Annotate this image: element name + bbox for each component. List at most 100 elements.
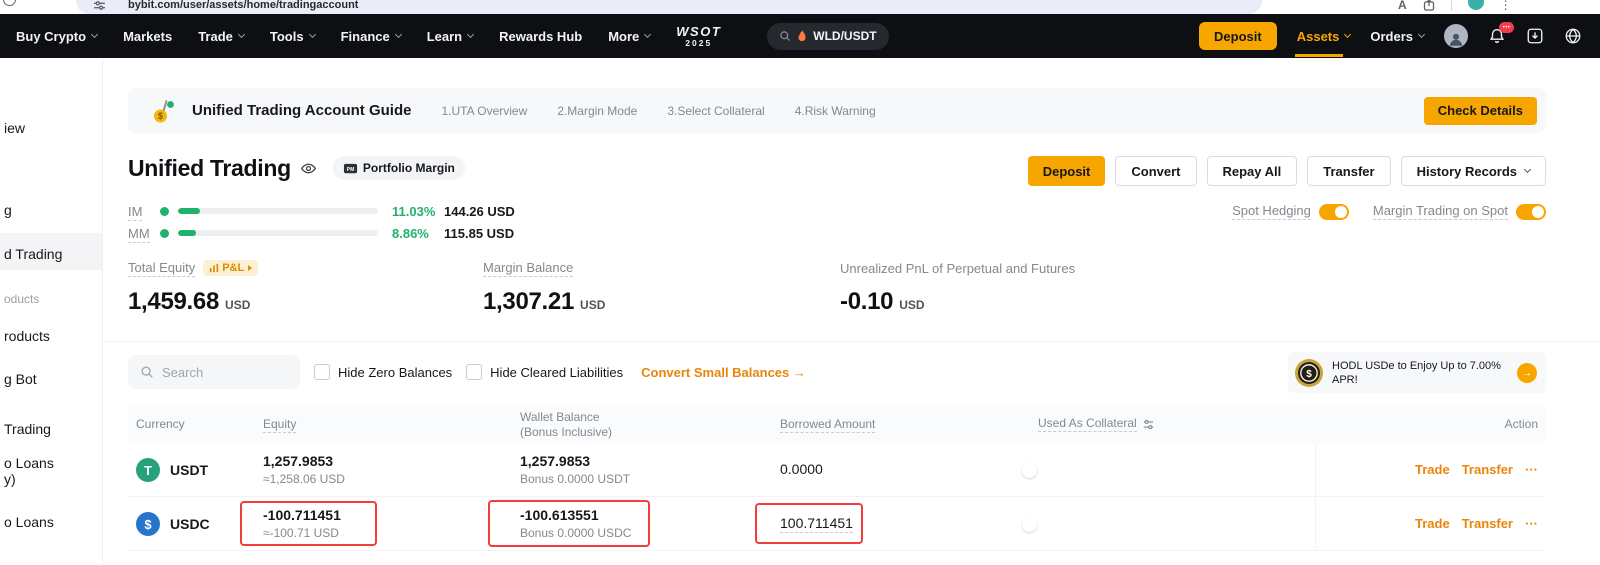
hide-zero-checkbox[interactable] bbox=[314, 364, 330, 380]
nav-search[interactable]: WLD/USDT bbox=[767, 23, 888, 50]
promo-text: HODL USDe to Enjoy Up to 7.00% APR! bbox=[1332, 359, 1509, 387]
browser-share-icon[interactable] bbox=[1423, 0, 1435, 11]
guide-step-4[interactable]: 4.Risk Warning bbox=[795, 104, 876, 118]
sidebar-item-trading-bot[interactable]: g Bot bbox=[4, 371, 37, 387]
chevron-down-icon bbox=[91, 31, 98, 38]
more-actions-icon[interactable]: ··· bbox=[1525, 516, 1538, 531]
browser-profile-avatar[interactable] bbox=[1468, 0, 1484, 10]
asset-search-input[interactable] bbox=[162, 365, 272, 380]
col-action: Action bbox=[1505, 405, 1538, 443]
page-header: Unified Trading PM Portfolio Margin bbox=[128, 152, 465, 184]
guide-illustration-icon: $ bbox=[150, 97, 178, 125]
more-actions-icon[interactable]: ··· bbox=[1525, 462, 1538, 477]
sidebar-item-earn-products[interactable]: roducts bbox=[4, 328, 50, 344]
site-info-icon[interactable] bbox=[93, 0, 106, 12]
deposit-button[interactable]: Deposit bbox=[1028, 156, 1106, 186]
sidebar-item-funding[interactable]: g bbox=[4, 202, 12, 218]
transfer-button[interactable]: Transfer bbox=[1307, 156, 1390, 186]
nav-item-buy-crypto[interactable]: Buy Crypto bbox=[16, 29, 97, 44]
col-equity[interactable]: Equity bbox=[263, 405, 296, 443]
guide-step-2[interactable]: 2.Margin Mode bbox=[557, 104, 637, 118]
usde-coin-icon: $ bbox=[1294, 358, 1324, 388]
browser-address-bar[interactable]: bybit.com/user/assets/home/tradingaccoun… bbox=[76, 0, 1262, 14]
equity-value: -100.711451 bbox=[263, 507, 341, 523]
mm-amount: 115.85 USD bbox=[444, 226, 514, 241]
hide-cleared-label: Hide Cleared Liabilities bbox=[490, 365, 623, 380]
currency-symbol: USDC bbox=[170, 516, 210, 532]
trade-link[interactable]: Trade bbox=[1415, 516, 1450, 531]
hide-cleared-liabilities-option[interactable]: Hide Cleared Liabilities bbox=[466, 364, 623, 380]
guide-step-3[interactable]: 3.Select Collateral bbox=[667, 104, 764, 118]
hide-zero-balances-option[interactable]: Hide Zero Balances bbox=[314, 364, 452, 380]
convert-small-balances-link[interactable]: Convert Small Balances → bbox=[641, 365, 806, 380]
portfolio-margin-badge[interactable]: PM Portfolio Margin bbox=[333, 156, 465, 180]
usde-promo-banner[interactable]: $ HODL USDe to Enjoy Up to 7.00% APR! → bbox=[1288, 352, 1546, 393]
table-row-usdc: $ USDC -100.711451 ≈-100.71 USD -100.613… bbox=[128, 497, 1546, 551]
mm-label[interactable]: MM bbox=[128, 226, 150, 243]
unrealized-pnl-unit: USD bbox=[899, 298, 924, 312]
nav-deposit-button[interactable]: Deposit bbox=[1199, 22, 1277, 50]
screen: bybit.com/user/assets/home/tradingaccoun… bbox=[0, 0, 1600, 565]
usdt-icon: T bbox=[136, 458, 160, 482]
asset-search-box[interactable] bbox=[128, 355, 300, 389]
table-header: Currency Equity Wallet Balance (Bonus In… bbox=[128, 405, 1546, 443]
hide-cleared-checkbox[interactable] bbox=[466, 364, 482, 380]
currency-cell[interactable]: $ USDC bbox=[136, 512, 210, 536]
sidebar-item-copy-trading[interactable]: Trading bbox=[4, 421, 51, 437]
nav-item-assets[interactable]: Assets bbox=[1297, 29, 1351, 44]
nav-item-orders[interactable]: Orders bbox=[1370, 29, 1424, 44]
nav-item-more[interactable]: More bbox=[608, 29, 650, 44]
col-borrowed-amount[interactable]: Borrowed Amount bbox=[780, 405, 875, 443]
pnl-badge[interactable]: P&L bbox=[203, 260, 258, 276]
nav-item-finance[interactable]: Finance bbox=[341, 29, 401, 44]
transfer-link[interactable]: Transfer bbox=[1462, 516, 1513, 531]
nav-item-tools[interactable]: Tools bbox=[270, 29, 315, 44]
sidebar-item-crypto-loans-legacy-2[interactable]: y) bbox=[4, 471, 16, 487]
nav-item-trade[interactable]: Trade bbox=[198, 29, 244, 44]
chevron-down-icon bbox=[395, 31, 402, 38]
pnl-badge-label: P&L bbox=[222, 262, 244, 274]
currency-cell[interactable]: T USDT bbox=[136, 458, 208, 482]
sidebar-item-unified-trading[interactable]: d Trading bbox=[4, 246, 62, 262]
repay-all-button[interactable]: Repay All bbox=[1207, 156, 1298, 186]
wsot-logo-text: WSOT bbox=[676, 25, 721, 38]
sidebar-item-crypto-loans-legacy[interactable]: o Loans bbox=[4, 455, 54, 471]
trade-link[interactable]: Trade bbox=[1415, 462, 1450, 477]
nav-item-rewards-hub[interactable]: Rewards Hub bbox=[499, 29, 582, 44]
wallet-value: -100.613551 bbox=[520, 507, 631, 523]
browser-translate-icon[interactable]: A bbox=[1398, 0, 1407, 12]
nav-item-markets[interactable]: Markets bbox=[123, 29, 172, 44]
download-app-icon[interactable] bbox=[1526, 27, 1544, 45]
margin-balance-unit: USD bbox=[580, 298, 605, 312]
spot-hedging-toggle[interactable] bbox=[1319, 204, 1349, 220]
pm-icon: PM bbox=[343, 161, 358, 176]
hide-zero-label: Hide Zero Balances bbox=[338, 365, 452, 380]
wallet-balance-cell: 1,257.9853 Bonus 0.0000 USDT bbox=[520, 453, 630, 486]
filter-icon[interactable] bbox=[1142, 418, 1155, 431]
nav-item-label: Rewards Hub bbox=[499, 29, 582, 44]
sidebar-item-crypto-loans[interactable]: o Loans bbox=[4, 514, 54, 530]
portfolio-margin-label: Portfolio Margin bbox=[363, 161, 455, 175]
promo-arrow-button[interactable]: → bbox=[1517, 363, 1537, 383]
browser-url[interactable]: bybit.com/user/assets/home/tradingaccoun… bbox=[128, 0, 358, 11]
user-avatar[interactable] bbox=[1444, 24, 1468, 48]
check-details-button[interactable]: Check Details bbox=[1424, 97, 1537, 125]
sidebar-item-overview[interactable]: iew bbox=[4, 120, 25, 136]
wsot-logo-year: 2025 bbox=[676, 39, 721, 48]
globe-language-icon[interactable] bbox=[1564, 27, 1582, 45]
notifications-button[interactable]: ••• bbox=[1488, 27, 1506, 45]
nav-item-learn[interactable]: Learn bbox=[427, 29, 473, 44]
wsot-2025-logo[interactable]: WSOT 2025 bbox=[676, 25, 721, 48]
margin-trading-toggle[interactable] bbox=[1516, 204, 1546, 220]
guide-step-1[interactable]: 1.UTA Overview bbox=[441, 104, 527, 118]
col-used-as-collateral[interactable]: Used As Collateral bbox=[1038, 405, 1155, 443]
unrealized-pnl-value: -0.10 bbox=[840, 288, 893, 316]
wallet-balance-cell: -100.613551 Bonus 0.0000 USDC bbox=[520, 507, 631, 540]
transfer-link[interactable]: Transfer bbox=[1462, 462, 1513, 477]
browser-reload-icon[interactable] bbox=[3, 0, 16, 6]
eye-visibility-icon[interactable] bbox=[300, 160, 317, 177]
convert-button[interactable]: Convert bbox=[1115, 156, 1196, 186]
browser-menu-icon[interactable]: ⋮ bbox=[1500, 0, 1513, 12]
history-records-dropdown[interactable]: History Records bbox=[1401, 156, 1546, 186]
im-label[interactable]: IM bbox=[128, 204, 142, 221]
